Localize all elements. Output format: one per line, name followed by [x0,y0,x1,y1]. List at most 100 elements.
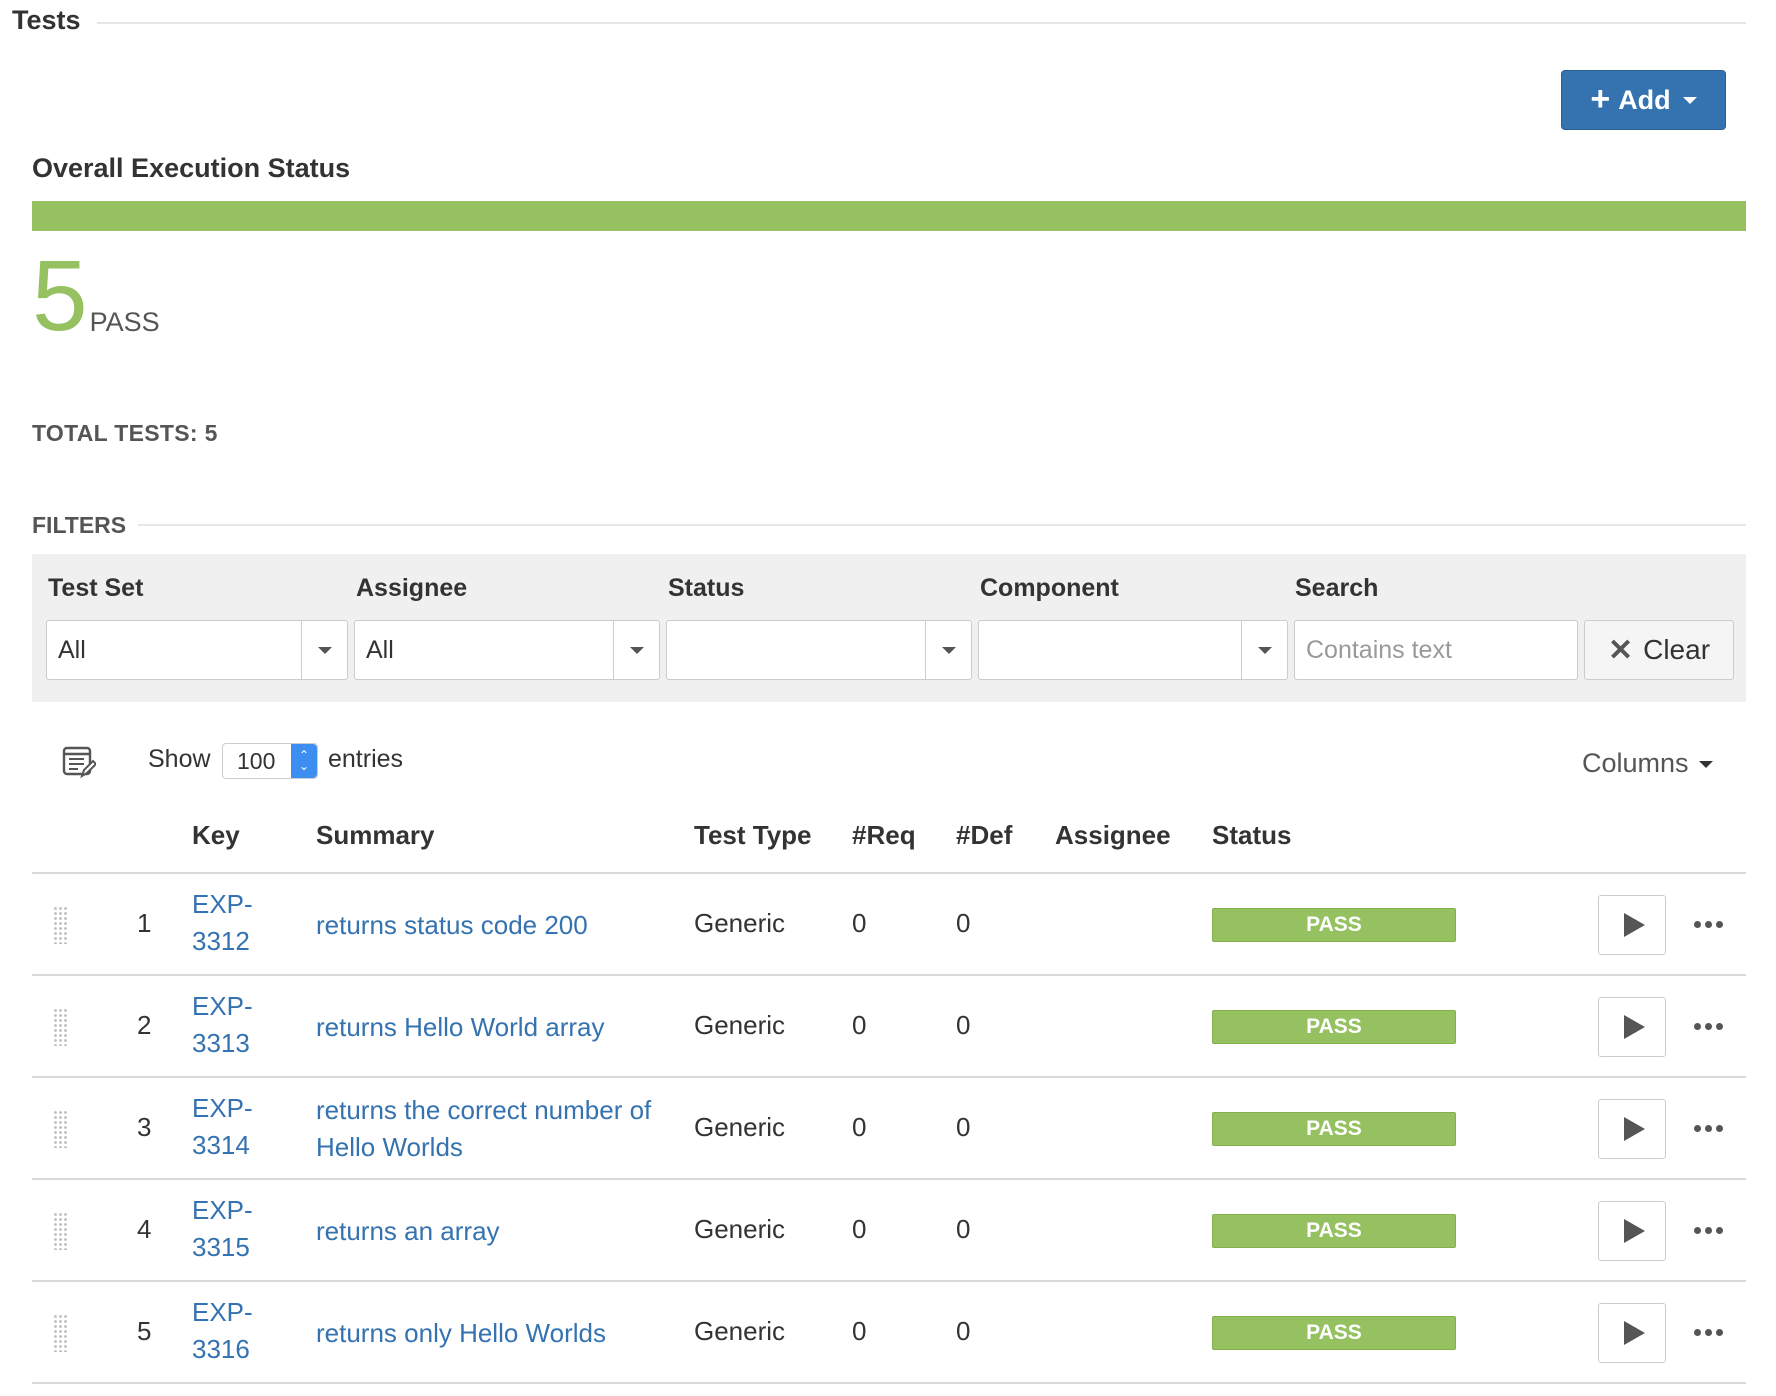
filter-label-search: Search [1295,574,1379,602]
show-label: Show [148,745,211,773]
more-actions-button[interactable] [1688,1008,1728,1044]
assignee-select[interactable]: All [354,620,660,680]
test-key-prefix: EXP- [192,889,253,919]
status-badge: PASS [1212,1112,1456,1146]
test-key-number: 3312 [192,926,250,956]
drag-handle-icon[interactable] [53,1008,69,1046]
summary-cell: returns only Hello Worlds [316,1282,686,1384]
execute-button[interactable] [1598,1201,1666,1261]
test-key-link[interactable]: EXP- 3316 [192,1294,253,1368]
test-key-prefix: EXP- [192,991,253,1021]
def-count: 0 [956,908,971,938]
drag-handle-icon[interactable] [53,906,69,944]
def-count: 0 [956,1214,971,1244]
chevron-down-icon [1241,621,1287,679]
req-count: 0 [852,1112,867,1142]
test-type: Generic [694,1112,786,1142]
play-icon [1623,1321,1645,1345]
filter-label-assignee: Assignee [356,574,468,602]
ellipsis-icon [1693,920,1701,928]
component-select[interactable] [978,620,1288,680]
column-header-def[interactable]: #Def [956,820,1012,851]
status-badge: PASS [1212,1214,1456,1248]
close-icon: ✕ [1607,633,1634,667]
test-type: Generic [694,1214,786,1244]
column-header-summary[interactable]: Summary [316,820,435,851]
columns-button[interactable]: Columns [1582,748,1713,779]
row-number: 2 [137,1010,152,1040]
test-key-link[interactable]: EXP- 3312 [192,886,253,960]
def-count: 0 [956,1010,971,1040]
summary-link[interactable]: returns the correct number of Hello Worl… [316,1092,686,1166]
summary-cell: returns the correct number of Hello Worl… [316,1078,686,1180]
test-key-number: 3314 [192,1130,250,1160]
chevron-down-icon [613,621,659,679]
add-button[interactable]: + Add [1561,70,1726,130]
filters-title: FILTERS [32,511,127,538]
summary-cell: returns an array [316,1180,686,1282]
entries-value: 100 [237,747,276,774]
entries-select[interactable]: 100 ⌃ ⌄ [222,743,318,779]
overall-status-title: Overall Execution Status [32,153,351,183]
execute-button[interactable] [1598,1099,1666,1159]
execute-button[interactable] [1598,1303,1666,1363]
add-button-label: Add [1618,84,1671,115]
drag-handle-icon[interactable] [53,1314,69,1352]
chevron-down-icon [925,621,971,679]
pass-count: 5 PASS [32,246,160,346]
chevron-down-icon [1682,96,1697,104]
execute-button[interactable] [1598,997,1666,1057]
more-actions-button[interactable] [1688,906,1728,942]
summary-cell: returns Hello World array [316,976,686,1078]
column-header-req[interactable]: #Req [852,820,916,851]
clear-button[interactable]: ✕ Clear [1584,620,1734,680]
test-type: Generic [694,1010,786,1040]
more-actions-button[interactable] [1688,1110,1728,1146]
list-edit-icon[interactable] [62,745,96,779]
req-count: 0 [852,1214,867,1244]
more-actions-button[interactable] [1688,1212,1728,1248]
ellipsis-icon [1693,1022,1701,1030]
filters-header: FILTERS [32,510,1746,540]
summary-link[interactable]: returns only Hello Worlds [316,1315,606,1352]
search-input[interactable] [1294,620,1578,680]
summary-cell: returns status code 200 [316,874,686,976]
test-key-prefix: EXP- [192,1093,253,1123]
test-key-prefix: EXP- [192,1195,253,1225]
component-value [979,621,1241,679]
progress-fill-pass [32,201,1746,231]
summary-link[interactable]: returns status code 200 [316,907,588,944]
summary-link[interactable]: returns an array [316,1213,500,1250]
column-header-assignee[interactable]: Assignee [1055,820,1171,851]
ellipsis-icon [1693,1124,1701,1132]
test-set-select[interactable]: All [46,620,348,680]
drag-handle-icon[interactable] [53,1212,69,1250]
test-type: Generic [694,1316,786,1346]
total-tests: TOTAL TESTS: 5 [32,420,218,446]
table-row: 4 EXP- 3315 returns an array Generic 0 0… [32,1180,1746,1282]
row-number: 1 [137,908,152,938]
row-number: 3 [137,1112,152,1142]
chevron-down-icon [301,621,347,679]
execute-button[interactable] [1598,895,1666,955]
filters-panel: Test Set Assignee Status Component Searc… [32,554,1746,702]
table-row: 1 EXP- 3312 returns status code 200 Gene… [32,874,1746,976]
status-select[interactable] [666,620,972,680]
filters-divider [138,524,1746,526]
drag-handle-icon[interactable] [53,1110,69,1148]
test-key-link[interactable]: EXP- 3314 [192,1090,253,1164]
test-key-link[interactable]: EXP- 3313 [192,988,253,1062]
ellipsis-icon [1693,1226,1701,1234]
column-header-test-type[interactable]: Test Type [694,820,812,851]
status-badge: PASS [1212,1010,1456,1044]
summary-link[interactable]: returns Hello World array [316,1009,605,1046]
test-key-link[interactable]: EXP- 3315 [192,1192,253,1266]
table-header: Key Summary Test Type #Req #Def Assignee… [32,808,1746,874]
column-header-status[interactable]: Status [1212,820,1291,851]
filter-label-test-set: Test Set [48,574,144,602]
more-actions-button[interactable] [1688,1314,1728,1350]
column-header-key[interactable]: Key [192,820,240,851]
test-key-number: 3315 [192,1232,250,1262]
req-count: 0 [852,1316,867,1346]
entries-label: entries [328,745,404,773]
